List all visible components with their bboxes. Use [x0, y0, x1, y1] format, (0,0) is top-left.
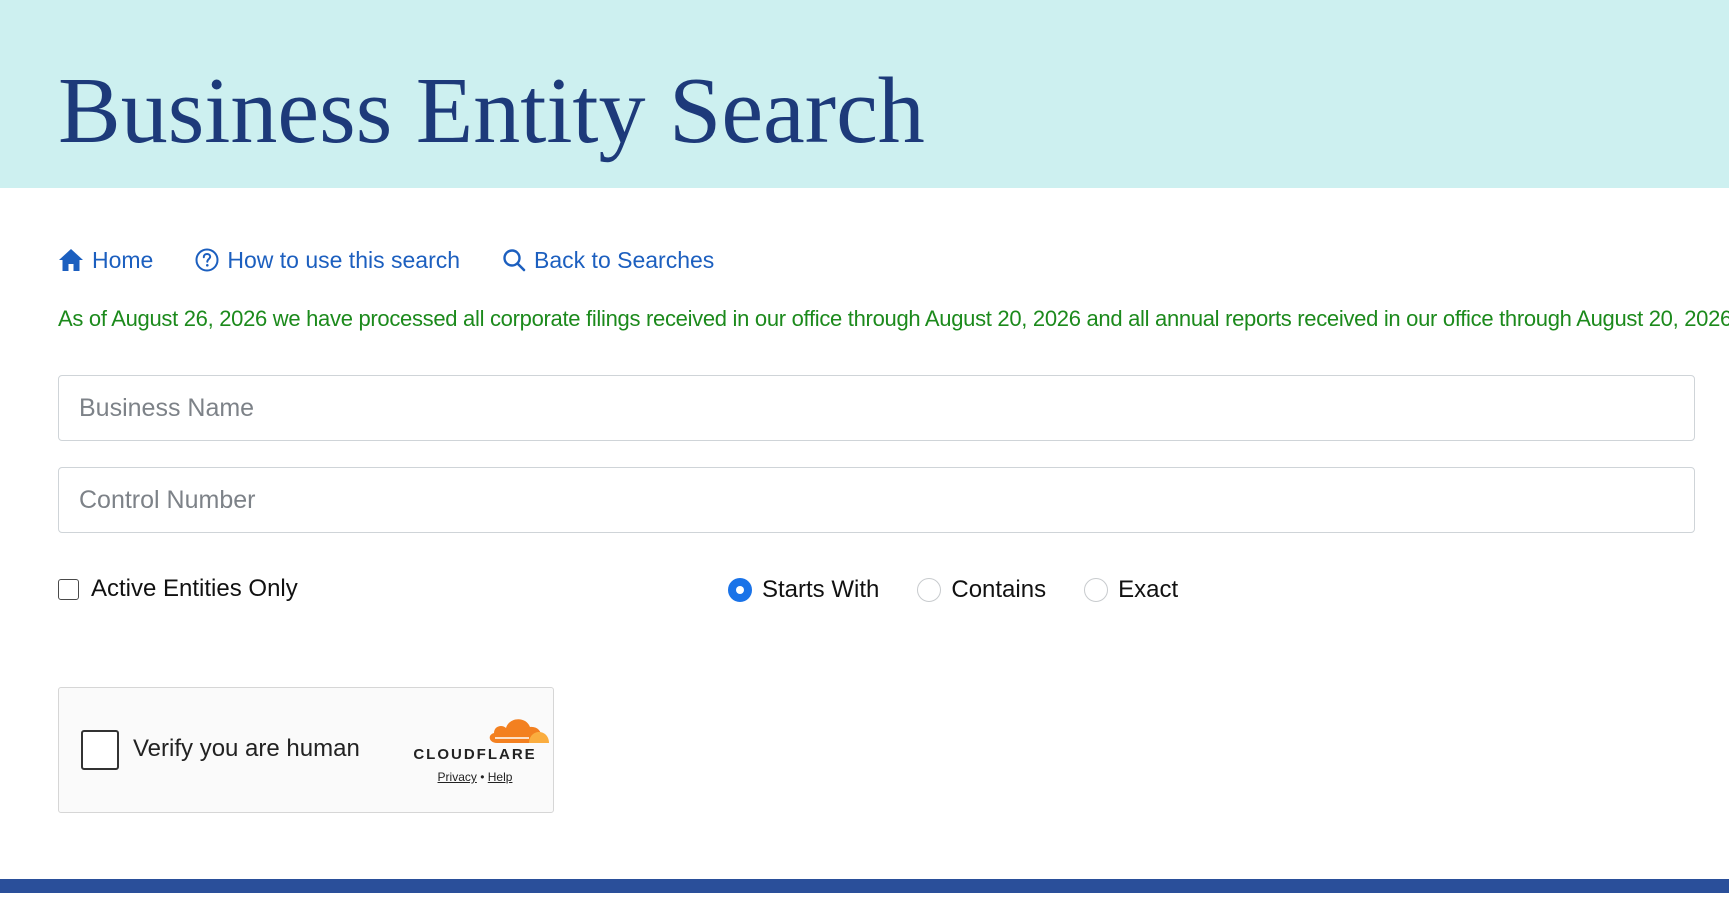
- processing-notice: As of August 26, 2026 we have processed …: [58, 306, 1729, 331]
- footer-bar: [0, 879, 1729, 893]
- cloudflare-wordmark: CLOUDFLARE: [413, 746, 537, 763]
- how-to-use-link-label: How to use this search: [227, 246, 461, 273]
- home-icon: [58, 248, 84, 272]
- radio-exact-button[interactable]: [1084, 578, 1109, 602]
- active-entities-only-label: Active Entities Only: [91, 575, 298, 602]
- cloudflare-cloud-icon: [489, 719, 549, 743]
- back-to-searches-label: Back to Searches: [534, 246, 715, 273]
- page-title: Business Entity Search: [58, 59, 925, 163]
- privacy-link[interactable]: Privacy: [438, 770, 477, 784]
- home-link-label: Home: [92, 246, 154, 273]
- radio-starts-with-label: Starts With: [762, 576, 880, 603]
- search-icon: [502, 248, 526, 272]
- business-name-input[interactable]: [58, 375, 1695, 441]
- nav-links: Home How to use this search Back to Sear…: [58, 244, 714, 276]
- radio-starts-with[interactable]: Starts With: [728, 576, 879, 604]
- how-to-use-link[interactable]: How to use this search: [195, 247, 460, 274]
- links-separator: •: [480, 770, 485, 784]
- page-header: Business Entity Search: [0, 0, 1729, 188]
- back-to-searches-link[interactable]: Back to Searches: [502, 247, 714, 274]
- active-entities-only-checkbox[interactable]: Active Entities Only: [58, 574, 298, 604]
- question-circle-icon: [195, 248, 219, 272]
- captcha-widget: Verify you are human CLOUDFLARE Privacy …: [58, 687, 554, 813]
- radio-starts-with-button[interactable]: [728, 578, 752, 602]
- checkbox-box[interactable]: [58, 578, 79, 600]
- control-number-input[interactable]: [58, 467, 1695, 533]
- captcha-label: Verify you are human: [133, 735, 360, 762]
- match-type-radio-group: Starts With Contains Exact: [728, 574, 1216, 606]
- radio-contains-label: Contains: [951, 576, 1047, 603]
- radio-contains-button[interactable]: [917, 578, 942, 602]
- home-link[interactable]: Home: [58, 247, 153, 274]
- captcha-checkbox[interactable]: [81, 730, 119, 770]
- help-link[interactable]: Help: [488, 770, 513, 784]
- captcha-links: Privacy • Help: [401, 770, 549, 784]
- radio-contains[interactable]: Contains: [917, 576, 1046, 604]
- radio-exact[interactable]: Exact: [1084, 576, 1178, 604]
- radio-exact-label: Exact: [1118, 576, 1179, 603]
